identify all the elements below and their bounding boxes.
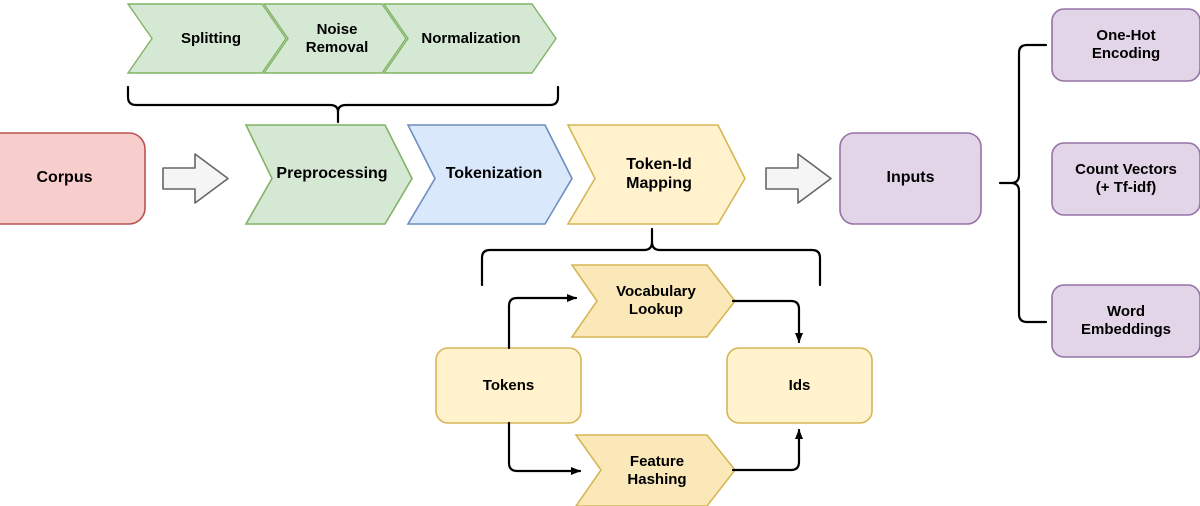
step-chevron-splitting[interactable] <box>126 3 287 74</box>
block-arrow-pipeline-to-inputs <box>765 153 832 204</box>
node-ids[interactable] <box>726 347 873 424</box>
edge-tokens-to-vocabulary-lookup <box>507 294 578 350</box>
stage-chevron-preprocessing[interactable] <box>244 124 413 225</box>
node-one-hot-encoding[interactable] <box>1051 8 1200 82</box>
stage-chevron-token-id-mapping[interactable] <box>566 124 746 225</box>
diagram-shapes-layer <box>0 3 1200 506</box>
node-inputs[interactable] <box>839 132 982 225</box>
node-tokens[interactable] <box>435 347 582 424</box>
pipeline-stages-group <box>244 124 746 225</box>
edge-feature-hashing-to-ids <box>731 428 803 472</box>
diagram-canvas: Splitting Noise Removal Normalization Co… <box>0 0 1200 506</box>
edge-tokens-to-feature-hashing <box>507 421 582 475</box>
brace-inputs-to-representations <box>998 43 1048 324</box>
preprocessing-steps-group <box>126 3 557 74</box>
node-feature-hashing[interactable] <box>574 434 737 506</box>
edge-vocabulary-lookup-to-ids <box>731 299 803 344</box>
brace-preprocessing-to-stage <box>126 85 560 124</box>
node-word-embeddings[interactable] <box>1051 284 1200 358</box>
node-corpus[interactable] <box>0 132 146 225</box>
node-count-vectors[interactable] <box>1051 142 1200 216</box>
step-chevron-normalization[interactable] <box>382 3 557 74</box>
stage-chevron-tokenization[interactable] <box>406 124 573 225</box>
node-vocabulary-lookup[interactable] <box>570 264 737 338</box>
block-arrow-corpus-to-pipeline <box>162 153 229 204</box>
